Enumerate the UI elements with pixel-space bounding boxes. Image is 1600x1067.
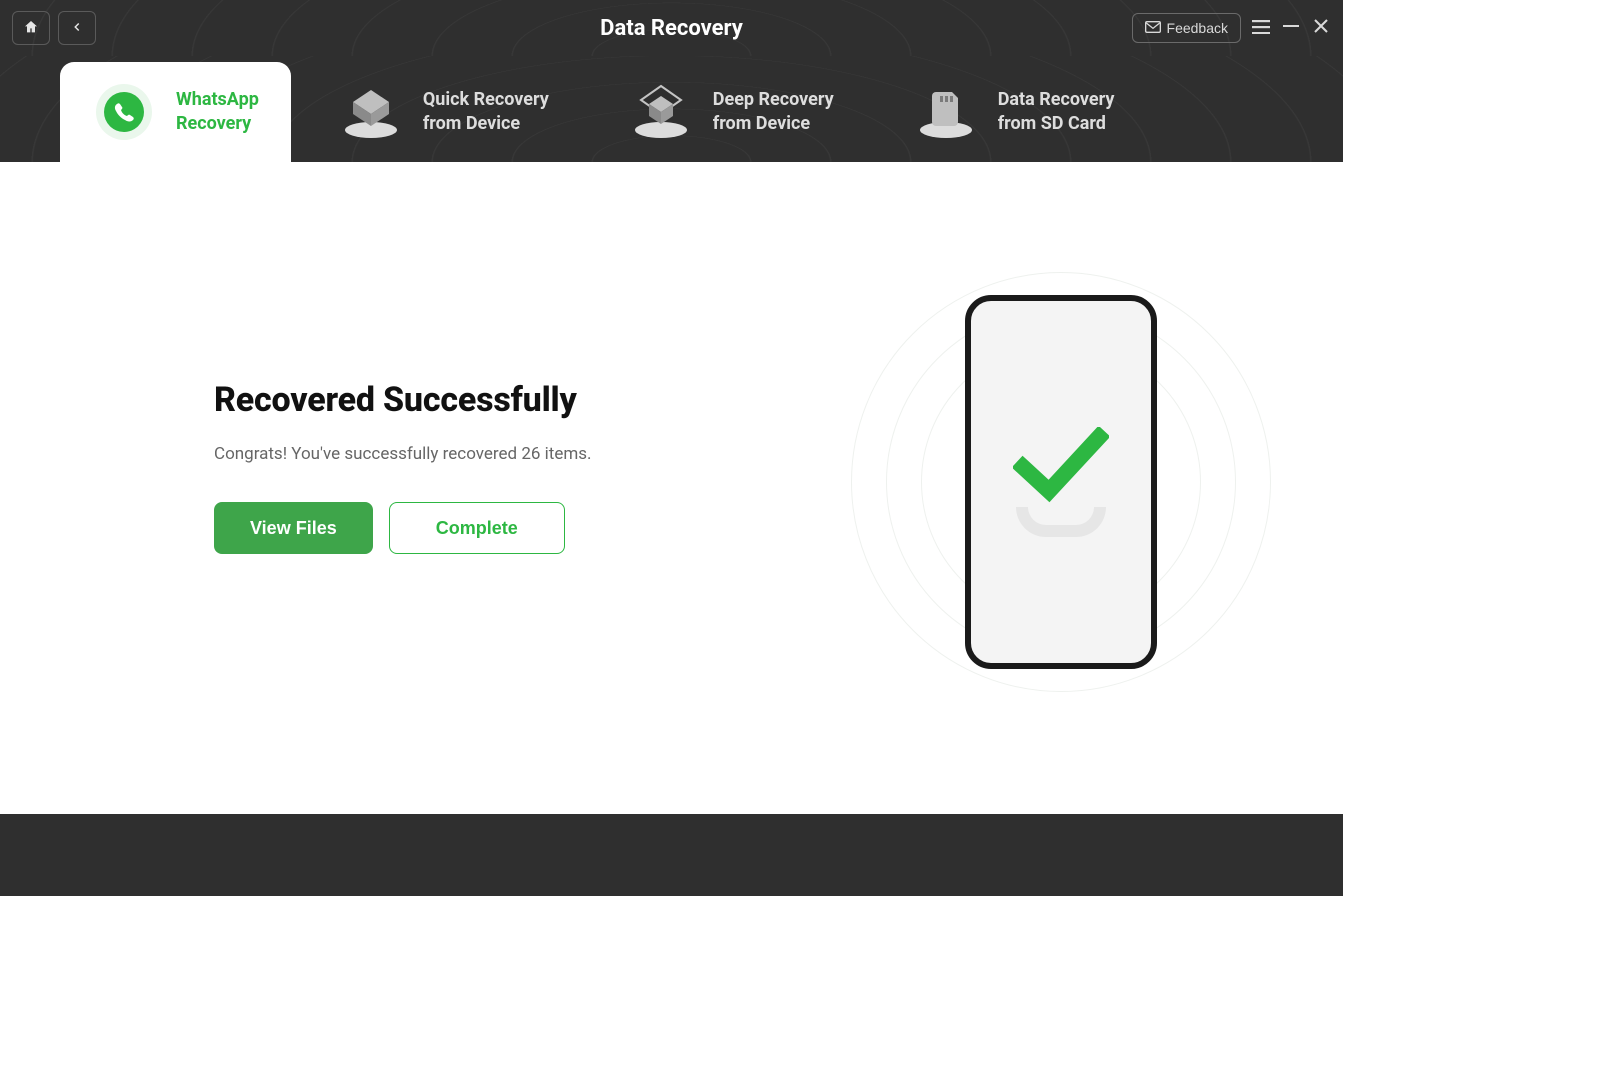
- tab-label: Deep Recovery from Device: [713, 88, 834, 137]
- result-subtext: Congrats! You've successfully recovered …: [214, 444, 734, 464]
- tab-whatsapp-recovery[interactable]: WhatsApp Recovery: [60, 62, 291, 162]
- chevron-left-icon: [70, 20, 84, 37]
- title-bar-right: Feedback: [1132, 13, 1331, 43]
- tabs-bar: WhatsApp Recovery Quick Recovery from De…: [0, 56, 1343, 162]
- minimize-button[interactable]: [1281, 18, 1301, 38]
- action-buttons: View Files Complete: [214, 502, 734, 554]
- minimize-icon: [1283, 18, 1299, 38]
- quick-recovery-icon: [339, 80, 403, 144]
- view-files-button[interactable]: View Files: [214, 502, 373, 554]
- title-bar: Data Recovery Feedback: [0, 0, 1343, 56]
- home-icon: [23, 19, 39, 38]
- result-panel: Recovered Successfully Congrats! You've …: [214, 380, 734, 554]
- menu-button[interactable]: [1251, 18, 1271, 38]
- tab-deep-recovery[interactable]: Deep Recovery from Device: [597, 62, 866, 162]
- app-title: Data Recovery: [600, 16, 743, 41]
- footer-bar: [0, 814, 1343, 896]
- phone-outline: [965, 295, 1157, 669]
- checkmark-graphic: [1011, 427, 1111, 537]
- tab-label: WhatsApp Recovery: [176, 88, 259, 137]
- tab-quick-recovery[interactable]: Quick Recovery from Device: [307, 62, 581, 162]
- main-content: Recovered Successfully Congrats! You've …: [0, 162, 1343, 814]
- success-illustration: [851, 272, 1271, 692]
- complete-button[interactable]: Complete: [389, 502, 565, 554]
- tab-label: Data Recovery from SD Card: [998, 88, 1115, 137]
- back-button[interactable]: [58, 11, 96, 45]
- mail-icon: [1145, 20, 1161, 36]
- whatsapp-icon: [92, 80, 156, 144]
- home-button[interactable]: [12, 11, 50, 45]
- result-heading: Recovered Successfully: [214, 380, 734, 420]
- feedback-button[interactable]: Feedback: [1132, 13, 1241, 43]
- app-window: Data Recovery Feedback: [0, 0, 1343, 896]
- check-icon: [1013, 427, 1109, 507]
- feedback-label: Feedback: [1167, 20, 1228, 36]
- menu-icon: [1252, 19, 1270, 38]
- title-bar-left: [12, 11, 96, 45]
- close-icon: [1313, 18, 1329, 38]
- sd-card-icon: [914, 80, 978, 144]
- arc-decoration: [1016, 507, 1106, 537]
- tab-sd-recovery[interactable]: Data Recovery from SD Card: [882, 62, 1147, 162]
- deep-recovery-icon: [629, 80, 693, 144]
- close-button[interactable]: [1311, 18, 1331, 38]
- tab-label: Quick Recovery from Device: [423, 88, 549, 137]
